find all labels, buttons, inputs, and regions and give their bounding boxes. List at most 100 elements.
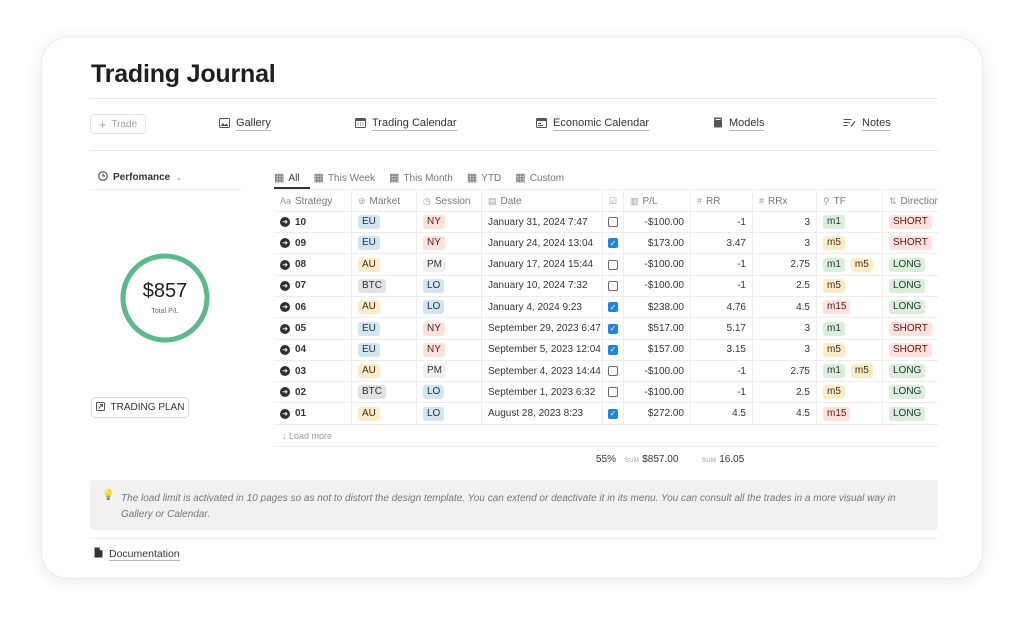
nav-link-gallery[interactable]: Gallery: [219, 117, 271, 131]
tab-this-week[interactable]: ▦ This Week: [314, 170, 375, 186]
cell-date[interactable]: September 29, 2023 6:47: [482, 318, 603, 339]
header-session[interactable]: ◷ Session: [417, 191, 482, 211]
cell-rr[interactable]: -1: [691, 361, 753, 382]
cell-session[interactable]: NY: [417, 233, 482, 254]
checkbox[interactable]: ✓: [608, 344, 618, 355]
cell-direction[interactable]: SHORT: [883, 340, 938, 360]
tab-ytd[interactable]: ▦ YTD: [467, 170, 501, 186]
cell-market[interactable]: EU: [352, 339, 417, 360]
checkbox[interactable]: [608, 366, 618, 377]
cell-market[interactable]: AU: [352, 254, 417, 275]
cell-tf[interactable]: m1: [817, 212, 883, 232]
header-pl[interactable]: ▥ P/L: [624, 191, 691, 211]
cell-rrx[interactable]: 4.5: [753, 403, 817, 424]
cell-rrx[interactable]: 3: [753, 339, 817, 360]
cell-pl[interactable]: $173.00: [624, 233, 691, 254]
cell-checkbox[interactable]: [603, 254, 624, 275]
cell-date[interactable]: January 31, 2024 7:47: [482, 212, 603, 232]
documentation-link[interactable]: Documentation: [94, 547, 180, 561]
header-rrx[interactable]: # RRx: [753, 191, 817, 211]
cell-checkbox[interactable]: ✓: [603, 233, 624, 254]
cell-pl[interactable]: -$100.00: [624, 275, 691, 296]
cell-date[interactable]: September 4, 2023 14:44: [482, 361, 603, 382]
cell-strategy[interactable]: ➜ 08: [274, 254, 352, 275]
cell-checkbox[interactable]: [603, 275, 624, 296]
cell-direction[interactable]: LONG: [883, 361, 938, 381]
cell-direction[interactable]: LONG: [883, 297, 938, 317]
cell-rr[interactable]: 4.76: [691, 297, 753, 318]
table-row[interactable]: ➜ 01 AU LO August 28, 2023 8:23 ✓ $272.00 4.5 4.…: [274, 403, 938, 425]
cell-rr[interactable]: -1: [691, 382, 753, 403]
cell-rr[interactable]: 4.5: [691, 403, 753, 424]
cell-strategy[interactable]: ➜ 06: [274, 297, 352, 318]
cell-date[interactable]: August 28, 2023 8:23: [482, 403, 603, 424]
cell-pl[interactable]: $238.00: [624, 297, 691, 318]
cell-date[interactable]: September 5, 2023 12:04: [482, 339, 603, 360]
nav-link-models[interactable]: Models: [713, 117, 765, 131]
load-more-button[interactable]: ↓ Load more: [282, 431, 332, 441]
cell-session[interactable]: NY: [417, 212, 482, 232]
cell-strategy[interactable]: ➜ 02: [274, 382, 352, 403]
checkbox[interactable]: ✓: [608, 302, 618, 313]
cell-direction[interactable]: LONG: [883, 276, 938, 296]
cell-date[interactable]: September 1, 2023 6:32: [482, 382, 603, 403]
cell-strategy[interactable]: ➜ 03: [274, 361, 352, 382]
cell-strategy[interactable]: ➜ 07: [274, 275, 352, 296]
nav-link-notes[interactable]: Notes: [843, 117, 891, 131]
cell-rrx[interactable]: 2.75: [753, 361, 817, 382]
header-rr[interactable]: # RR: [691, 191, 753, 211]
checkbox[interactable]: [608, 217, 618, 227]
cell-checkbox[interactable]: [603, 212, 624, 232]
cell-rrx[interactable]: 4.5: [753, 297, 817, 318]
cell-tf[interactable]: m5: [817, 275, 883, 296]
cell-tf[interactable]: m5: [817, 233, 883, 254]
table-row[interactable]: ➜ 06 AU LO January 4, 2024 9:23 ✓ $238.00 4.76 4…: [274, 297, 938, 319]
cell-checkbox[interactable]: ✓: [603, 339, 624, 360]
cell-direction[interactable]: LONG: [883, 382, 938, 402]
cell-session[interactable]: PM: [417, 361, 482, 382]
cell-session[interactable]: LO: [417, 297, 482, 318]
tab-all[interactable]: ▦ All: [274, 170, 300, 186]
cell-direction[interactable]: LONG: [883, 404, 938, 424]
cell-session[interactable]: LO: [417, 382, 482, 403]
table-row[interactable]: ➜ 08 AU PM January 17, 2024 15:44 -$100.00 -1 2…: [274, 254, 938, 276]
table-row[interactable]: ➜ 04 EU NY September 5, 2023 12:04 ✓ $157.00 3.…: [274, 339, 938, 361]
cell-pl[interactable]: -$100.00: [624, 254, 691, 275]
checkbox[interactable]: [608, 259, 618, 270]
cell-market[interactable]: EU: [352, 212, 417, 232]
nav-link-trading-calendar[interactable]: Trading Calendar: [355, 117, 457, 131]
tab-this-month[interactable]: ▦ This Month: [389, 170, 453, 186]
cell-pl[interactable]: $517.00: [624, 318, 691, 339]
cell-direction[interactable]: SHORT: [883, 319, 938, 339]
checkbox[interactable]: ✓: [608, 238, 618, 249]
cell-strategy[interactable]: ➜ 09: [274, 233, 352, 254]
cell-market[interactable]: AU: [352, 361, 417, 382]
cell-rrx[interactable]: 2.5: [753, 275, 817, 296]
header-direction[interactable]: ⇅ Direction: [883, 191, 938, 211]
cell-tf[interactable]: m1: [817, 318, 883, 339]
cell-direction[interactable]: SHORT: [883, 233, 938, 253]
cell-session[interactable]: LO: [417, 275, 482, 296]
header-tf[interactable]: ⚲ TF: [817, 191, 883, 211]
cell-rrx[interactable]: 3: [753, 233, 817, 254]
cell-date[interactable]: January 4, 2024 9:23: [482, 297, 603, 318]
cell-market[interactable]: AU: [352, 403, 417, 424]
cell-pl[interactable]: $272.00: [624, 403, 691, 424]
checkbox[interactable]: [608, 280, 618, 291]
cell-checkbox[interactable]: [603, 361, 624, 382]
checkbox[interactable]: [608, 387, 618, 398]
cell-direction[interactable]: SHORT: [883, 212, 938, 232]
cell-tf[interactable]: m1 m5: [817, 254, 883, 275]
header-strategy[interactable]: Aa Strategy: [274, 191, 352, 211]
cell-tf[interactable]: m15: [817, 403, 883, 424]
tab-custom[interactable]: ▦ Custom: [515, 170, 564, 186]
cell-market[interactable]: BTC: [352, 382, 417, 403]
header-market[interactable]: ⊜ Market: [352, 191, 417, 211]
cell-market[interactable]: BTC: [352, 275, 417, 296]
cell-session[interactable]: PM: [417, 254, 482, 275]
nav-link-economic-calendar[interactable]: Economic Calendar: [536, 117, 649, 131]
cell-tf[interactable]: m5: [817, 382, 883, 403]
cell-session[interactable]: NY: [417, 339, 482, 360]
table-row[interactable]: ➜ 07 BTC LO January 10, 2024 7:32 -$100.00 -1 2…: [274, 275, 938, 297]
cell-rrx[interactable]: 2.5: [753, 382, 817, 403]
